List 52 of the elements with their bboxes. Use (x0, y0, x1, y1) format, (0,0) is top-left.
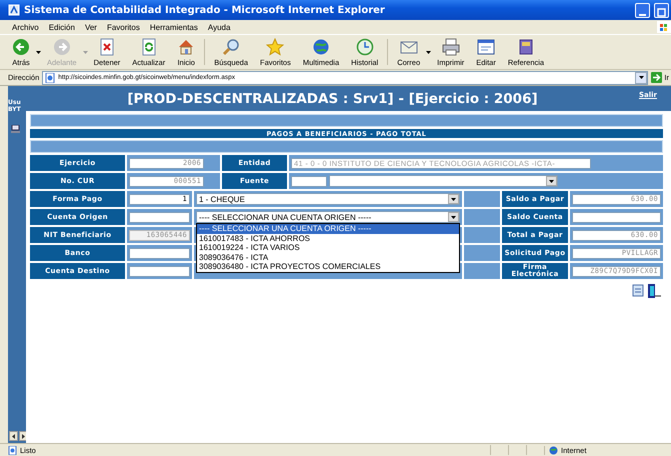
document-icon (632, 284, 644, 297)
scroll-left-button[interactable] (9, 431, 18, 441)
dropdown-option[interactable]: 1610019224 - ICTA VARIOS (197, 243, 459, 253)
dropdown[interactable]: ---- SELECCIONAR UNA CUENTA ORIGEN ----- (196, 211, 460, 223)
menu-item[interactable]: Favoritos (102, 22, 144, 32)
globe-icon (312, 38, 330, 56)
caret-icon (451, 198, 456, 200)
star-icon (266, 38, 284, 56)
dropdown-button[interactable] (448, 194, 459, 204)
edit-window-icon (477, 38, 496, 56)
maximize-icon (657, 8, 666, 16)
input-field[interactable] (129, 212, 190, 222)
globe-icon (549, 446, 558, 454)
book-icon (516, 38, 535, 56)
left-arrow-icon (12, 434, 15, 438)
input-field[interactable] (572, 212, 661, 222)
menu-item[interactable]: Ver (80, 22, 101, 32)
window-title: Sistema de Contabilidad Integrado - Microsoft Internet Explorer (24, 4, 386, 16)
menu-item[interactable]: Herramientas (146, 22, 202, 32)
menu-item[interactable]: Archivo (8, 22, 43, 32)
dropdown-button[interactable] (635, 72, 648, 84)
refresh-icon (140, 38, 158, 56)
dropdown-option[interactable]: 1610017483 - ICTA AHORROS (197, 234, 459, 244)
caret-icon (451, 216, 456, 218)
scroll-right-button[interactable] (19, 431, 26, 441)
exit-door-icon (647, 284, 661, 298)
caret-icon (638, 76, 644, 79)
minimize-icon (639, 14, 646, 16)
dropdown[interactable]: 1 - CHEQUE (196, 193, 460, 205)
menu-item[interactable]: Ayuda (204, 22, 234, 32)
dropdown-button[interactable] (546, 176, 557, 186)
page-icon (8, 446, 17, 454)
stop-icon (98, 38, 116, 56)
dropdown-button[interactable] (448, 212, 459, 222)
go-arrow-icon (651, 72, 662, 83)
page-icon (45, 72, 56, 82)
page-title: [PROD-DESCENTRALIZADAS : Srv1] - [Ejercicio : 2006] (126, 90, 539, 106)
caret-icon (549, 180, 554, 182)
input-field[interactable] (129, 248, 190, 258)
minimize-button[interactable] (635, 2, 650, 18)
dropdown-option[interactable]: ---- SELECCIONAR UNA CUENTA ORIGEN ----- (197, 224, 459, 234)
computer-icon (11, 125, 20, 133)
maximize-button[interactable] (654, 2, 669, 18)
home-icon (177, 38, 196, 56)
input-field[interactable] (291, 176, 327, 186)
printer-icon (442, 38, 460, 56)
input-field[interactable] (129, 266, 190, 276)
dropdown-option[interactable]: 3089036476 - ICTA (197, 252, 459, 262)
search-icon (222, 38, 240, 56)
menu-item[interactable]: Edición (44, 22, 79, 32)
clock-icon (356, 38, 374, 56)
right-arrow-icon (22, 434, 25, 438)
